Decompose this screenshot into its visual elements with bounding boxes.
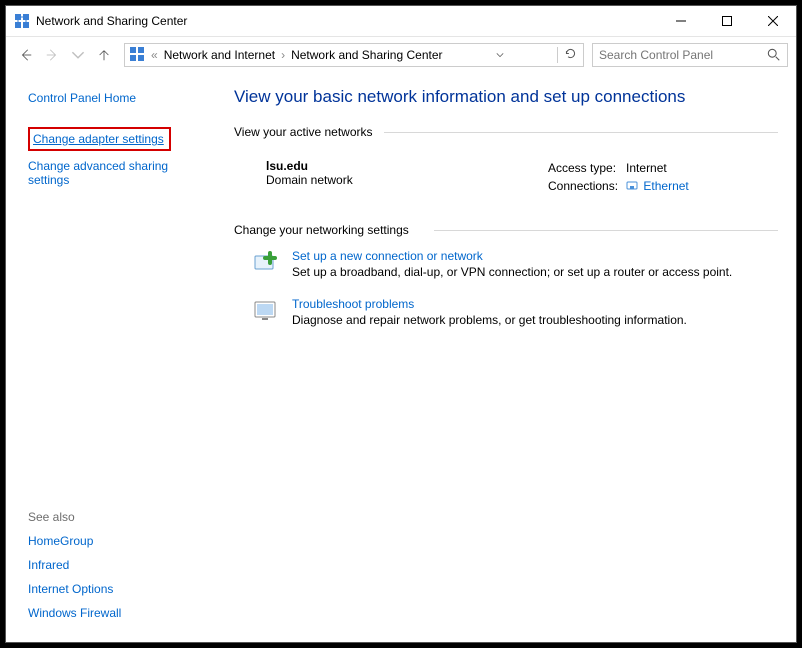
active-network-row: lsu.edu Domain network Access type: Inte… (234, 143, 778, 223)
windows-firewall-link[interactable]: Windows Firewall (28, 606, 210, 620)
setup-connection-link[interactable]: Set up a new connection or network (292, 249, 732, 263)
address-icon (129, 46, 145, 65)
access-type-value: Internet (626, 161, 695, 177)
address-dropdown-icon[interactable] (492, 48, 508, 62)
refresh-button[interactable] (557, 47, 579, 63)
control-panel-home-link[interactable]: Control Panel Home (28, 91, 210, 105)
infrared-link[interactable]: Infrared (28, 558, 210, 572)
troubleshoot-desc: Diagnose and repair network problems, or… (292, 313, 687, 327)
troubleshoot-link[interactable]: Troubleshoot problems (292, 297, 687, 311)
sidebar: Control Panel Home Change adapter settin… (6, 73, 218, 642)
forward-button[interactable] (40, 43, 64, 67)
minimize-button[interactable] (658, 6, 704, 36)
titlebar: Network and Sharing Center (6, 6, 796, 37)
change-settings-label: Change your networking settings (234, 223, 778, 237)
access-type-label: Access type: (548, 161, 624, 177)
active-networks-label: View your active networks (234, 125, 778, 139)
main-panel: View your basic network information and … (218, 73, 796, 642)
troubleshoot-icon (252, 297, 280, 325)
breadcrumb-sep-icon: › (281, 48, 285, 62)
see-also-label: See also (28, 510, 210, 524)
setup-connection-item: Set up a new connection or network Set u… (234, 241, 778, 289)
homegroup-link[interactable]: HomeGroup (28, 534, 210, 548)
toolbar: « Network and Internet › Network and Sha… (6, 37, 796, 73)
connections-label: Connections: (548, 179, 624, 195)
window-controls (658, 6, 796, 36)
content-area: Control Panel Home Change adapter settin… (6, 73, 796, 642)
see-also-section: See also HomeGroup Infrared Internet Opt… (28, 510, 210, 630)
network-name: lsu.edu (266, 159, 546, 173)
network-type: Domain network (266, 173, 546, 187)
window-frame: Network and Sharing Center (5, 5, 797, 643)
breadcrumb-current[interactable]: Network and Sharing Center (291, 48, 442, 62)
internet-options-link[interactable]: Internet Options (28, 582, 210, 596)
change-advanced-sharing-link[interactable]: Change advanced sharing settings (28, 159, 210, 187)
setup-connection-desc: Set up a broadband, dial-up, or VPN conn… (292, 265, 732, 279)
search-bar[interactable] (592, 43, 788, 67)
close-button[interactable] (750, 6, 796, 36)
annotation-highlight: Change adapter settings (28, 127, 171, 151)
ethernet-icon (626, 180, 638, 192)
maximize-button[interactable] (704, 6, 750, 36)
recent-dropdown[interactable] (66, 43, 90, 67)
address-bar[interactable]: « Network and Internet › Network and Sha… (124, 43, 584, 67)
app-icon (14, 13, 30, 29)
search-input[interactable] (599, 48, 767, 62)
up-button[interactable] (92, 43, 116, 67)
breadcrumb-parent[interactable]: Network and Internet (164, 48, 275, 62)
breadcrumb-prefix: « (151, 48, 158, 62)
search-icon[interactable] (767, 48, 781, 62)
setup-connection-icon (252, 249, 280, 277)
page-title: View your basic network information and … (234, 87, 778, 107)
ethernet-link[interactable]: Ethernet (643, 179, 688, 193)
troubleshoot-item: Troubleshoot problems Diagnose and repai… (234, 289, 778, 337)
change-adapter-settings-link[interactable]: Change adapter settings (33, 132, 164, 146)
back-button[interactable] (14, 43, 38, 67)
window-title: Network and Sharing Center (36, 14, 658, 28)
